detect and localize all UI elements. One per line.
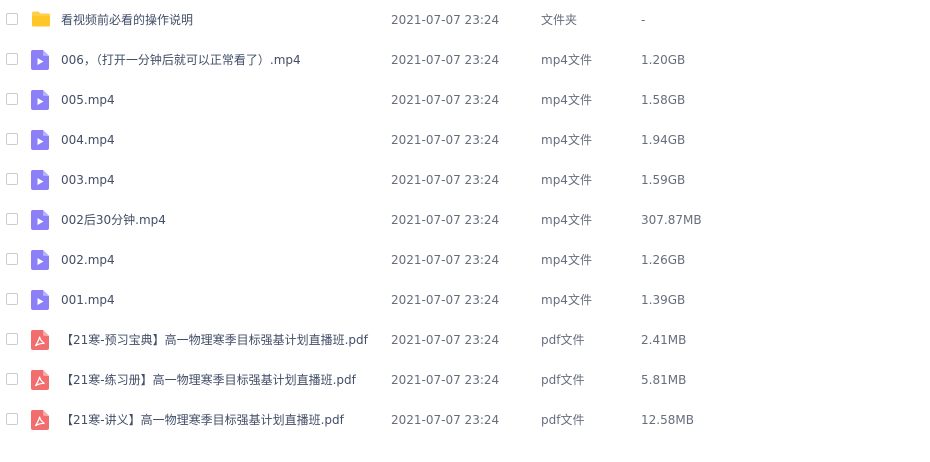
file-date: 2021-07-07 23:24 [391, 293, 500, 307]
file-size: 1.26GB [641, 253, 686, 267]
row-checkbox[interactable] [6, 93, 18, 105]
file-type: pdf文件 [541, 373, 585, 387]
file-name[interactable]: 看视频前必看的操作说明 [61, 12, 193, 28]
file-type: pdf文件 [541, 333, 585, 347]
file-date: 2021-07-07 23:24 [391, 133, 500, 147]
video-file-icon [31, 210, 49, 230]
video-file-icon [31, 90, 49, 110]
row-checkbox[interactable] [6, 173, 18, 185]
file-size: 1.20GB [641, 53, 686, 67]
video-file-icon [31, 290, 49, 310]
row-checkbox[interactable] [6, 213, 18, 225]
file-name[interactable]: 002后30分钟.mp4 [61, 212, 166, 228]
file-type: mp4文件 [541, 53, 592, 67]
file-row[interactable]: 【21寒-讲义】高一物理寒季目标强基计划直播班.pdf 2021-07-07 2… [0, 400, 930, 440]
file-type: mp4文件 [541, 93, 592, 107]
file-type: mp4文件 [541, 293, 592, 307]
file-date: 2021-07-07 23:24 [391, 413, 500, 427]
file-date: 2021-07-07 23:24 [391, 53, 500, 67]
video-file-icon [31, 170, 49, 190]
file-date: 2021-07-07 23:24 [391, 13, 500, 27]
file-row[interactable]: 005.mp4 2021-07-07 23:24 mp4文件 1.58GB [0, 80, 930, 120]
row-checkbox[interactable] [6, 13, 18, 25]
file-size: 2.41MB [641, 333, 687, 347]
file-date: 2021-07-07 23:24 [391, 333, 500, 347]
file-type: 文件夹 [541, 13, 578, 27]
file-size: 1.94GB [641, 133, 686, 147]
file-name[interactable]: 002.mp4 [61, 252, 115, 268]
file-date: 2021-07-07 23:24 [391, 373, 500, 387]
video-file-icon [31, 50, 49, 70]
row-checkbox[interactable] [6, 293, 18, 305]
file-date: 2021-07-07 23:24 [391, 93, 500, 107]
file-date: 2021-07-07 23:24 [391, 253, 500, 267]
file-size: 5.81MB [641, 373, 687, 387]
file-date: 2021-07-07 23:24 [391, 213, 500, 227]
file-name[interactable]: 001.mp4 [61, 292, 115, 308]
file-row[interactable]: 看视频前必看的操作说明 2021-07-07 23:24 文件夹 - [0, 0, 930, 40]
file-row[interactable]: 004.mp4 2021-07-07 23:24 mp4文件 1.94GB [0, 120, 930, 160]
file-date: 2021-07-07 23:24 [391, 173, 500, 187]
file-row[interactable]: 【21寒-练习册】高一物理寒季目标强基计划直播班.pdf 2021-07-07 … [0, 360, 930, 400]
pdf-file-icon [31, 410, 49, 430]
row-checkbox[interactable] [6, 133, 18, 145]
file-size: 1.58GB [641, 93, 686, 107]
file-list: 看视频前必看的操作说明 2021-07-07 23:24 文件夹 - 006，（… [0, 0, 930, 462]
file-name[interactable]: 006，（打开一分钟后就可以正常看了）.mp4 [61, 52, 301, 68]
file-type: mp4文件 [541, 133, 592, 147]
file-name[interactable]: 005.mp4 [61, 92, 115, 108]
file-size: 1.39GB [641, 293, 686, 307]
row-checkbox[interactable] [6, 333, 18, 345]
file-row[interactable]: 【21寒-预习宝典】高一物理寒季目标强基计划直播班.pdf 2021-07-07… [0, 320, 930, 360]
file-name[interactable]: 【21寒-练习册】高一物理寒季目标强基计划直播班.pdf [61, 372, 356, 388]
video-file-icon [31, 250, 49, 270]
file-row[interactable]: 002.mp4 2021-07-07 23:24 mp4文件 1.26GB [0, 240, 930, 280]
row-checkbox[interactable] [6, 413, 18, 425]
video-file-icon [31, 130, 49, 150]
pdf-file-icon [31, 330, 49, 350]
file-row[interactable]: 002后30分钟.mp4 2021-07-07 23:24 mp4文件 307.… [0, 200, 930, 240]
row-checkbox[interactable] [6, 373, 18, 385]
file-name[interactable]: 【21寒-讲义】高一物理寒季目标强基计划直播班.pdf [61, 412, 344, 428]
file-type: mp4文件 [541, 213, 592, 227]
file-name[interactable]: 004.mp4 [61, 132, 115, 148]
file-type: mp4文件 [541, 173, 592, 187]
row-checkbox[interactable] [6, 53, 18, 65]
row-checkbox[interactable] [6, 253, 18, 265]
file-size: 1.59GB [641, 173, 686, 187]
file-row[interactable]: 001.mp4 2021-07-07 23:24 mp4文件 1.39GB [0, 280, 930, 320]
file-name[interactable]: 003.mp4 [61, 172, 115, 188]
file-name[interactable]: 【21寒-预习宝典】高一物理寒季目标强基计划直播班.pdf [61, 332, 368, 348]
file-size: - [641, 13, 646, 27]
file-size: 12.58MB [641, 413, 694, 427]
file-type: pdf文件 [541, 413, 585, 427]
file-type: mp4文件 [541, 253, 592, 267]
folder-icon [31, 10, 50, 30]
pdf-file-icon [31, 370, 49, 390]
file-row[interactable]: 006，（打开一分钟后就可以正常看了）.mp4 2021-07-07 23:24… [0, 40, 930, 80]
file-size: 307.87MB [641, 213, 702, 227]
file-row[interactable]: 003.mp4 2021-07-07 23:24 mp4文件 1.59GB [0, 160, 930, 200]
